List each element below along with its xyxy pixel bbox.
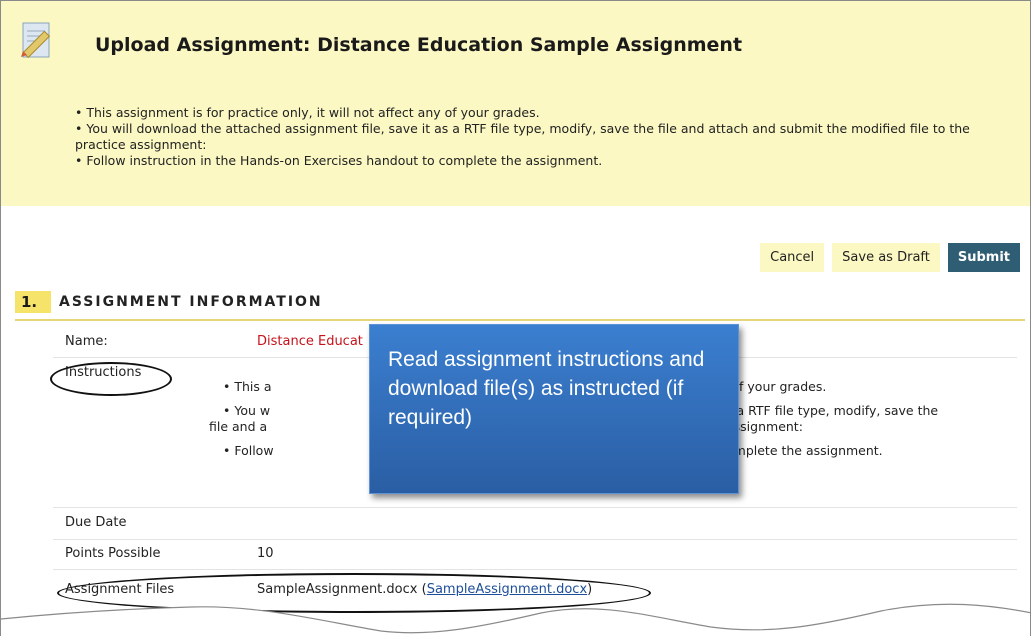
instruction-line: s a RTF file type, modify, save the bbox=[726, 403, 939, 418]
instructions-text-right: y of your grades. s a RTF file type, mod… bbox=[720, 379, 938, 459]
description-bullet: • You will download the attached assignm… bbox=[75, 121, 970, 152]
section-header: 1. ASSIGNMENT INFORMATION bbox=[15, 291, 1025, 321]
callout-tooltip: Read assignment instructions and downloa… bbox=[369, 324, 739, 494]
points-value: 10 bbox=[257, 546, 274, 561]
instruction-line: omplete the assignment. bbox=[726, 443, 883, 458]
instructions-highlight-oval bbox=[50, 362, 172, 396]
save-draft-button[interactable]: Save as Draft bbox=[832, 243, 940, 272]
description-bullet: • Follow instruction in the Hands-on Exe… bbox=[75, 153, 603, 168]
action-bar: Cancel Save as Draft Submit bbox=[760, 243, 1020, 272]
assignment-icon bbox=[21, 22, 51, 59]
name-label: Name: bbox=[65, 334, 108, 349]
submit-button[interactable]: Submit bbox=[947, 243, 1020, 272]
assignment-description: • This assignment is for practice only, … bbox=[75, 105, 1020, 169]
instruction-line: assignment: bbox=[726, 419, 803, 434]
torn-edge bbox=[1, 603, 1030, 636]
description-bullet: • This assignment is for practice only, … bbox=[75, 105, 540, 120]
assignment-header: Upload Assignment: Distance Education Sa… bbox=[1, 1, 1030, 206]
page-frame: Upload Assignment: Distance Education Sa… bbox=[0, 0, 1031, 636]
due-date-label: Due Date bbox=[65, 515, 127, 530]
name-value: Distance Educat bbox=[257, 334, 363, 349]
section-number: 1. bbox=[15, 291, 51, 313]
points-row: Points Possible 10 bbox=[53, 539, 1017, 570]
cancel-button[interactable]: Cancel bbox=[760, 243, 825, 272]
instruction-line: y of your grades. bbox=[720, 379, 827, 394]
page-title: Upload Assignment: Distance Education Sa… bbox=[95, 34, 743, 56]
due-date-row: Due Date bbox=[53, 507, 1017, 540]
points-label: Points Possible bbox=[65, 546, 161, 561]
section-title: ASSIGNMENT INFORMATION bbox=[59, 294, 323, 310]
